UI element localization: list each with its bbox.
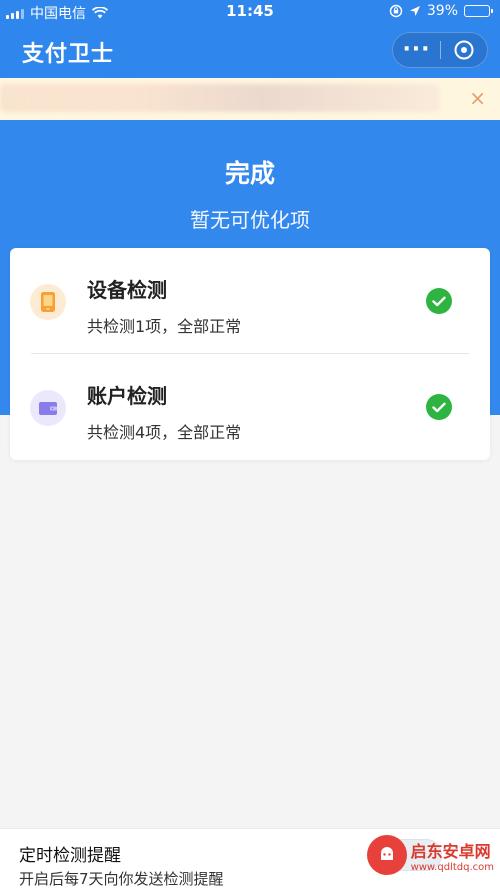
check-title: 账户检测 xyxy=(87,384,167,408)
check-passed-icon xyxy=(426,288,452,314)
battery-icon xyxy=(464,5,493,17)
exit-icon xyxy=(454,40,474,60)
reminder-bar: 定时检测提醒 开启后每7天向你发送检测提醒 启东安卓网 www.qdltdq.c… xyxy=(0,828,500,891)
watermark-text: 启东安卓网 www.qdltdq.com xyxy=(411,838,494,873)
notice-banner: × xyxy=(0,78,500,120)
status-bar: 中国电信 11:45 39% xyxy=(0,0,500,24)
blurred-notice-text xyxy=(0,84,440,112)
watermark-logo xyxy=(366,835,407,875)
status-right: 39% xyxy=(389,3,493,19)
battery-percent: 39% xyxy=(426,3,458,19)
check-row-account[interactable]: 账户检测 共检测4项，全部正常 xyxy=(10,354,490,460)
mini-program-capsule: ··· xyxy=(392,32,488,68)
exit-button[interactable] xyxy=(441,39,487,61)
banner-close-button[interactable]: × xyxy=(469,87,486,109)
location-arrow-icon xyxy=(409,6,420,16)
phone-icon xyxy=(30,284,66,320)
check-title: 设备检测 xyxy=(87,278,167,302)
nav-bar: 支付卫士 ··· xyxy=(0,24,500,78)
rotation-lock-icon xyxy=(389,4,403,18)
check-desc: 共检测4项，全部正常 xyxy=(87,423,242,442)
check-passed-icon xyxy=(426,394,452,420)
reminder-title: 定时检测提醒 xyxy=(19,846,121,866)
more-button[interactable]: ··· xyxy=(393,39,440,61)
wallet-icon xyxy=(30,390,66,426)
check-desc: 共检测1项，全部正常 xyxy=(87,317,242,336)
watermark: 启东安卓网 www.qdltdq.com xyxy=(366,835,494,875)
check-result-card: 设备检测 共检测1项，全部正常 账户检测 共检测4项，全部正常 xyxy=(10,248,490,460)
reminder-desc: 开启后每7天向你发送检测提醒 xyxy=(19,870,224,888)
check-row-device[interactable]: 设备检测 共检测1项，全部正常 xyxy=(10,248,490,354)
watermark-url: www.qdltdq.com xyxy=(410,861,494,873)
result-subline: 暂无可优化项 xyxy=(190,208,310,232)
page-title: 支付卫士 xyxy=(22,42,115,67)
result-headline: 完成 xyxy=(224,159,275,188)
watermark-name: 启东安卓网 xyxy=(410,841,491,861)
